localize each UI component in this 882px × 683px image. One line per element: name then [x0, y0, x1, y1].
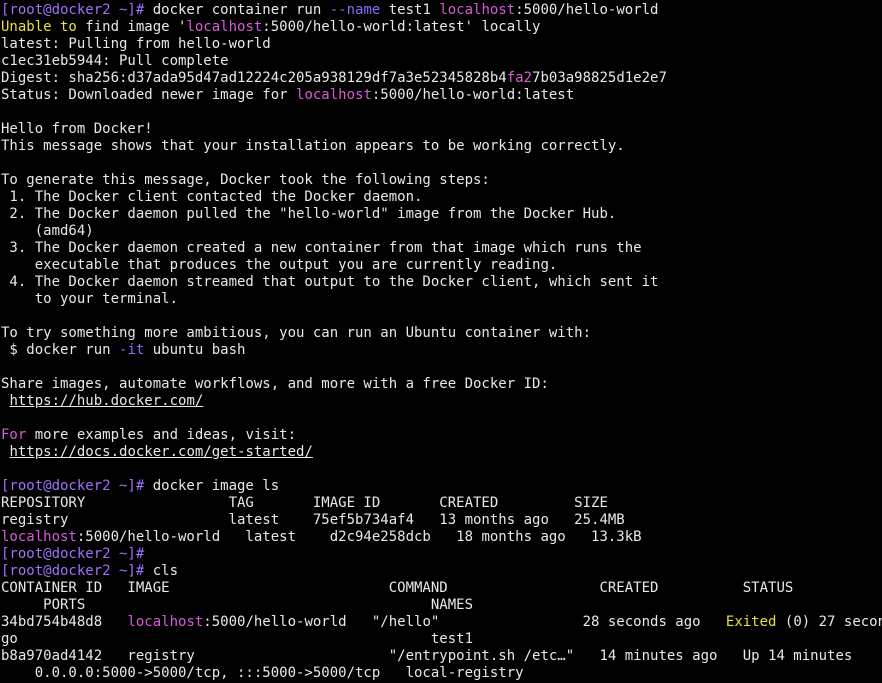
terminal-line: Digest: sha256:d37ada95d47ad12224c205a93…: [1, 70, 882, 87]
terminal-text: test1: [380, 2, 440, 18]
terminal-text: (amd64): [1, 223, 94, 239]
terminal-line: https://hub.docker.com/: [1, 393, 882, 410]
terminal-line: go test1: [1, 631, 882, 648]
terminal-text: (0) 27 seconds a: [784, 614, 882, 630]
terminal-text: Unable to: [1, 19, 77, 35]
terminal-text: 34bd754b48d8: [1, 614, 128, 630]
terminal-line: [root@docker2 ~]#: [1, 546, 882, 563]
terminal-line: executable that produces the output you …: [1, 257, 882, 274]
terminal-text: Hello from Docker!: [1, 121, 153, 137]
url-text[interactable]: https://hub.docker.com/: [9, 393, 203, 409]
terminal-line: [root@docker2 ~]# cls: [1, 563, 882, 580]
terminal-line: 0.0.0.0:5000->5000/tcp, :::5000->5000/tc…: [1, 665, 882, 682]
shell-prompt: [root@docker2 ~]#: [1, 546, 145, 562]
terminal-text: localhost: [1, 529, 77, 545]
terminal-text: :5000/hello-world "/hello" 28 seconds ag…: [203, 614, 726, 630]
terminal-text: cls: [152, 563, 179, 579]
terminal-line: $ docker run -it ubuntu bash: [1, 342, 882, 359]
terminal-text: latest: Pulling from hello-world: [1, 36, 271, 52]
terminal-text: go test1: [1, 631, 474, 647]
terminal-line: For more examples and ideas, visit:: [1, 427, 882, 444]
terminal-line: Hello from Docker!: [1, 121, 882, 138]
terminal-text: :5000/hello-world:latest' locally: [262, 19, 541, 35]
terminal-line: CONTAINER ID IMAGE COMMAND CREATED STATU…: [1, 580, 882, 597]
terminal-line: 4. The Docker daemon streamed that outpu…: [1, 274, 882, 291]
terminal-text: docker image ls: [152, 478, 280, 494]
terminal-text: more examples and ideas, visit:: [26, 427, 297, 443]
terminal-text: --name: [329, 2, 381, 18]
terminal-line: c1ec31eb5944: Pull complete: [1, 53, 882, 70]
terminal-line: 3. The Docker daemon created a new conta…: [1, 240, 882, 257]
terminal-text: ubuntu bash: [144, 342, 246, 358]
url-text[interactable]: https://docs.docker.com/get-started/: [9, 444, 312, 460]
terminal-text: CONTAINER ID IMAGE COMMAND CREATED STATU…: [1, 580, 794, 596]
terminal-line: https://docs.docker.com/get-started/: [1, 444, 882, 461]
terminal-text: Status: Downloaded newer image for: [1, 87, 297, 103]
terminal-text: REPOSITORY TAG IMAGE ID CREATED SIZE: [1, 495, 608, 511]
terminal-text: $ docker run: [1, 342, 120, 358]
shell-prompt: [root@docker2 ~]#: [1, 2, 153, 18]
terminal-line: This message shows that your installatio…: [1, 138, 882, 155]
terminal-text: Digest: sha256:d37ada95d47ad12224c205a93…: [1, 70, 507, 86]
terminal-text: find image ': [76, 19, 187, 35]
terminal-line: PORTS NAMES: [1, 597, 882, 614]
shell-prompt: [root@docker2 ~]#: [1, 563, 153, 579]
terminal-line: b8a970ad4142 registry "/entrypoint.sh /e…: [1, 648, 882, 665]
terminal-line: 2. The Docker daemon pulled the "hello-w…: [1, 206, 882, 223]
terminal-line: Unable to find image 'localhost:5000/hel…: [1, 19, 882, 36]
terminal-text: -it: [119, 342, 145, 358]
terminal-text: Exited: [725, 614, 777, 630]
terminal-line: (amd64): [1, 223, 882, 240]
terminal-line: Share images, automate workflows, and mo…: [1, 376, 882, 393]
terminal-line: latest: Pulling from hello-world: [1, 36, 882, 53]
terminal-text: docker container run: [152, 2, 330, 18]
terminal-text: localhost: [296, 87, 372, 103]
terminal-text: b8a970ad4142 registry "/entrypoint.sh /e…: [1, 648, 853, 664]
terminal-line: 1. The Docker client contacted the Docke…: [1, 189, 882, 206]
terminal-text: This message shows that your installatio…: [1, 138, 625, 154]
terminal-line: [root@docker2 ~]# docker image ls: [1, 478, 882, 495]
terminal-line: [root@docker2 ~]# docker container run -…: [1, 2, 882, 19]
terminal-line: to your terminal.: [1, 291, 882, 308]
terminal-text: 1. The Docker client contacted the Docke…: [1, 189, 423, 205]
terminal-text: fa2: [506, 70, 533, 86]
terminal-text: c1ec31eb5944: Pull complete: [1, 53, 229, 69]
terminal-line: registry latest 75ef5b734af4 13 months a…: [1, 512, 882, 529]
terminal-text: To generate this message, Docker took th…: [1, 172, 490, 188]
terminal-text: 3. The Docker daemon created a new conta…: [1, 240, 642, 256]
terminal-text: For: [1, 427, 27, 443]
terminal-text: :5000/hello-world: [515, 2, 659, 18]
terminal-line: localhost:5000/hello-world latest d2c94e…: [1, 529, 882, 546]
terminal-line: To try something more ambitious, you can…: [1, 325, 882, 342]
terminal-text: localhost: [439, 2, 516, 18]
terminal-text: to your terminal.: [1, 291, 179, 307]
terminal-text: To try something more ambitious, you can…: [1, 325, 592, 341]
terminal-text: :5000/hello-world latest d2c94e258dcb 18…: [76, 529, 642, 545]
terminal-text: registry latest 75ef5b734af4 13 months a…: [1, 512, 625, 528]
terminal-text: Share images, automate workflows, and mo…: [1, 376, 549, 392]
terminal-text: localhost: [186, 19, 263, 35]
terminal-line: REPOSITORY TAG IMAGE ID CREATED SIZE: [1, 495, 882, 512]
terminal-text: localhost: [127, 614, 204, 630]
terminal-text: :5000/hello-world:latest: [371, 87, 575, 103]
terminal-text: 7b03a98825d1e2e7: [532, 70, 667, 86]
terminal-text: 0.0.0.0:5000->5000/tcp, :::5000->5000/tc…: [1, 665, 524, 681]
terminal-line: To generate this message, Docker took th…: [1, 172, 882, 189]
terminal-window[interactable]: [root@docker2 ~]# docker container run -…: [0, 0, 882, 683]
shell-prompt: [root@docker2 ~]#: [1, 478, 153, 494]
terminal-line: 34bd754b48d8 localhost:5000/hello-world …: [1, 614, 882, 631]
terminal-line: Status: Downloaded newer image for local…: [1, 87, 882, 104]
terminal-text: executable that produces the output you …: [1, 257, 558, 273]
terminal-text: 2. The Docker daemon pulled the "hello-w…: [1, 206, 617, 222]
terminal-text: PORTS NAMES: [1, 597, 474, 613]
terminal-text: 4. The Docker daemon streamed that outpu…: [1, 274, 659, 290]
